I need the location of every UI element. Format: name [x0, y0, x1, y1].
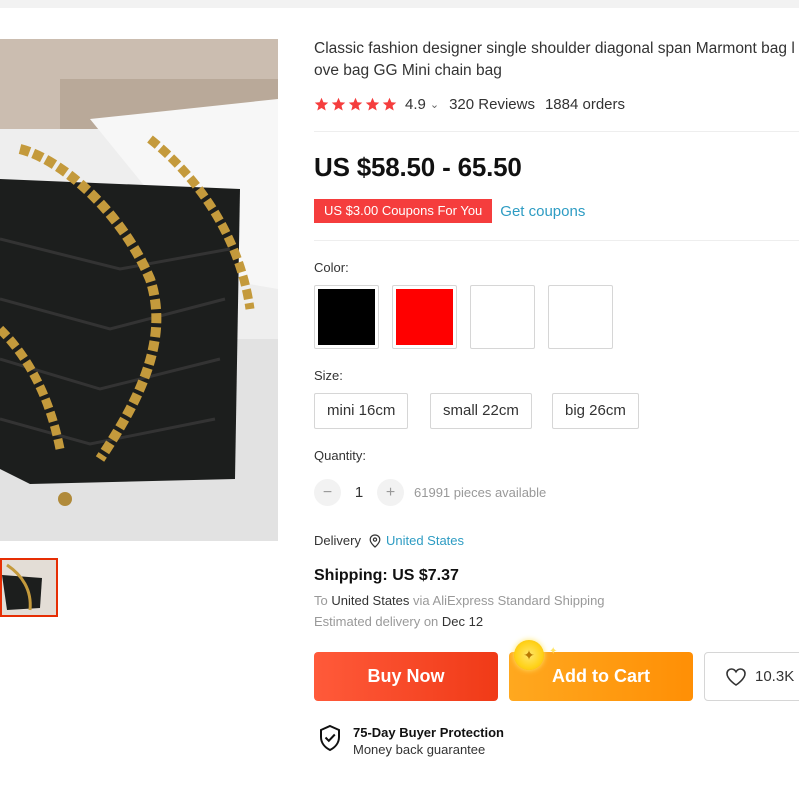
star-icon [331, 97, 346, 110]
quantity-input[interactable]: 1 [341, 484, 377, 501]
wishlist-button[interactable]: 10.3K [704, 652, 799, 701]
swatch-fill [474, 289, 531, 345]
protection-subtitle: Money back guarantee [353, 742, 486, 757]
get-coupons-link[interactable]: Get coupons [500, 203, 585, 220]
protection-title: 75-Day Buyer Protection [353, 725, 504, 740]
shipping-to-prefix: To [314, 593, 328, 608]
quantity-decrease-button[interactable]: − [314, 479, 341, 506]
color-swatch-white-2[interactable] [548, 285, 613, 349]
heart-icon [726, 667, 746, 686]
coin-icon: ✦ [514, 640, 544, 670]
color-swatch-red[interactable] [392, 285, 457, 349]
shipping-method[interactable]: via AliExpress Standard Shipping [413, 593, 605, 608]
divider [314, 240, 799, 241]
swatch-fill [396, 289, 453, 345]
swatch-fill [552, 289, 609, 345]
star-icon [365, 97, 380, 110]
shield-check-icon [320, 724, 340, 752]
country-selector-link[interactable]: United States [386, 533, 464, 548]
size-option-mini[interactable]: mini 16cm [314, 393, 409, 429]
rating-value[interactable]: 4.9 [405, 96, 426, 113]
quantity-available: 61991 pieces available [414, 485, 547, 500]
star-icon [382, 97, 397, 110]
top-bar [0, 0, 799, 8]
buyer-protection: 75-Day Buyer Protection Money back guara… [318, 724, 504, 758]
swatch-fill [318, 289, 375, 345]
location-pin-icon [369, 533, 381, 548]
size-label: Size: [314, 368, 343, 383]
coupon-tag[interactable]: US $3.00 Coupons For You [310, 199, 496, 223]
star-icon [314, 97, 329, 110]
rating-row: 4.9 ⌄ 320 Reviews 1884 orders [314, 94, 625, 114]
delivery-row: Delivery United States [314, 533, 464, 548]
size-option-big[interactable]: big 26cm [552, 393, 639, 429]
color-label: Color: [314, 260, 349, 275]
estimated-delivery: Estimated delivery on Dec 12 [314, 614, 483, 629]
quantity-increase-button[interactable]: + [377, 479, 404, 506]
estimated-delivery-date: Dec 12 [441, 614, 484, 629]
star-icon [348, 97, 363, 110]
shipping-route: To United States via AliExpress Standard… [314, 593, 605, 608]
shipping-price: Shipping: US $7.37 [314, 567, 459, 584]
buy-now-button[interactable]: Buy Now [314, 652, 498, 701]
price-range: US $58.50 - 65.50 [314, 152, 522, 182]
chevron-down-icon[interactable]: ⌄ [430, 98, 439, 111]
product-main-image[interactable] [0, 39, 278, 541]
wishlist-count: 10.3K [755, 668, 795, 685]
orders-count: 1884 orders [544, 95, 626, 113]
product-thumbnail[interactable] [0, 558, 58, 617]
quantity-label: Quantity: [314, 448, 367, 463]
size-option-small[interactable]: small 22cm [430, 393, 532, 429]
product-title: Classic fashion designer single shoulder… [314, 40, 795, 79]
shipping-to-country: United States [331, 593, 410, 608]
color-swatch-black[interactable] [314, 285, 379, 349]
sparkle-icon: ✦ [549, 646, 558, 657]
delivery-label: Delivery [314, 533, 361, 548]
divider [314, 131, 799, 132]
coupon-row: US $3.00 Coupons For You Get coupons [310, 199, 585, 223]
quantity-stepper: − 1 + 61991 pieces available [314, 479, 546, 506]
rating-stars [314, 97, 397, 112]
color-swatch-white[interactable] [470, 285, 535, 349]
estimated-delivery-prefix: Estimated delivery on [314, 614, 439, 629]
reviews-link[interactable]: 320 Reviews [449, 96, 535, 113]
